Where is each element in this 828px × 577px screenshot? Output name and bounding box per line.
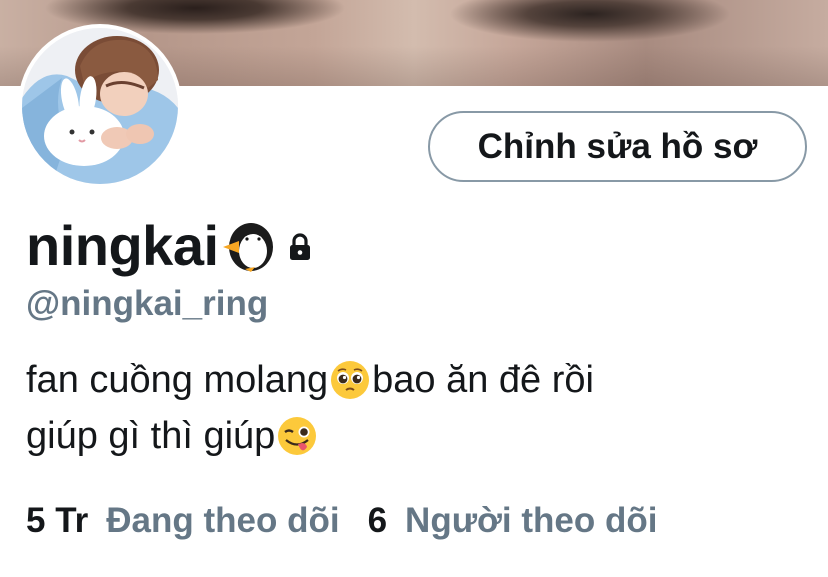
display-name: ningkai bbox=[26, 213, 219, 277]
bio-line-2: giúp gì thì giúp bbox=[26, 408, 806, 464]
pleading-face-icon bbox=[331, 361, 370, 399]
following-stat[interactable]: 5 Tr Đang theo dõi bbox=[26, 501, 340, 541]
winking-face-with-tongue-icon bbox=[278, 417, 317, 455]
bio: fan cuồng molang bao ăn đê rồi giúp gì t… bbox=[26, 352, 806, 464]
edit-profile-button[interactable]: Chỉnh sửa hồ sơ bbox=[428, 111, 807, 182]
username-handle: @ningkai_ring bbox=[26, 284, 269, 323]
name-row: ningkai bbox=[26, 210, 315, 280]
avatar-photo bbox=[22, 28, 178, 184]
following-label: Đang theo dõi bbox=[106, 501, 340, 540]
followers-label: Người theo dõi bbox=[405, 501, 658, 540]
bio-line-1: fan cuồng molang bao ăn đê rồi bbox=[26, 352, 806, 408]
followers-count: 6 bbox=[367, 501, 388, 540]
profile-page: Chỉnh sửa hồ sơ ningkai @ningkai_ring fa… bbox=[0, 0, 828, 577]
bio-text: bao ăn đê rồi bbox=[372, 359, 594, 401]
followers-stat[interactable]: 6 Người theo dõi bbox=[368, 501, 658, 541]
avatar-illustration bbox=[22, 28, 178, 184]
following-count: 5 Tr bbox=[26, 501, 89, 540]
avatar[interactable] bbox=[18, 24, 182, 188]
lock-icon bbox=[289, 233, 310, 260]
bio-text: giúp gì thì giúp bbox=[26, 415, 276, 457]
penguin-icon bbox=[222, 223, 273, 272]
follow-stats: 5 Tr Đang theo dõi 6 Người theo dõi bbox=[26, 498, 657, 544]
bio-text: fan cuồng molang bbox=[26, 359, 329, 401]
